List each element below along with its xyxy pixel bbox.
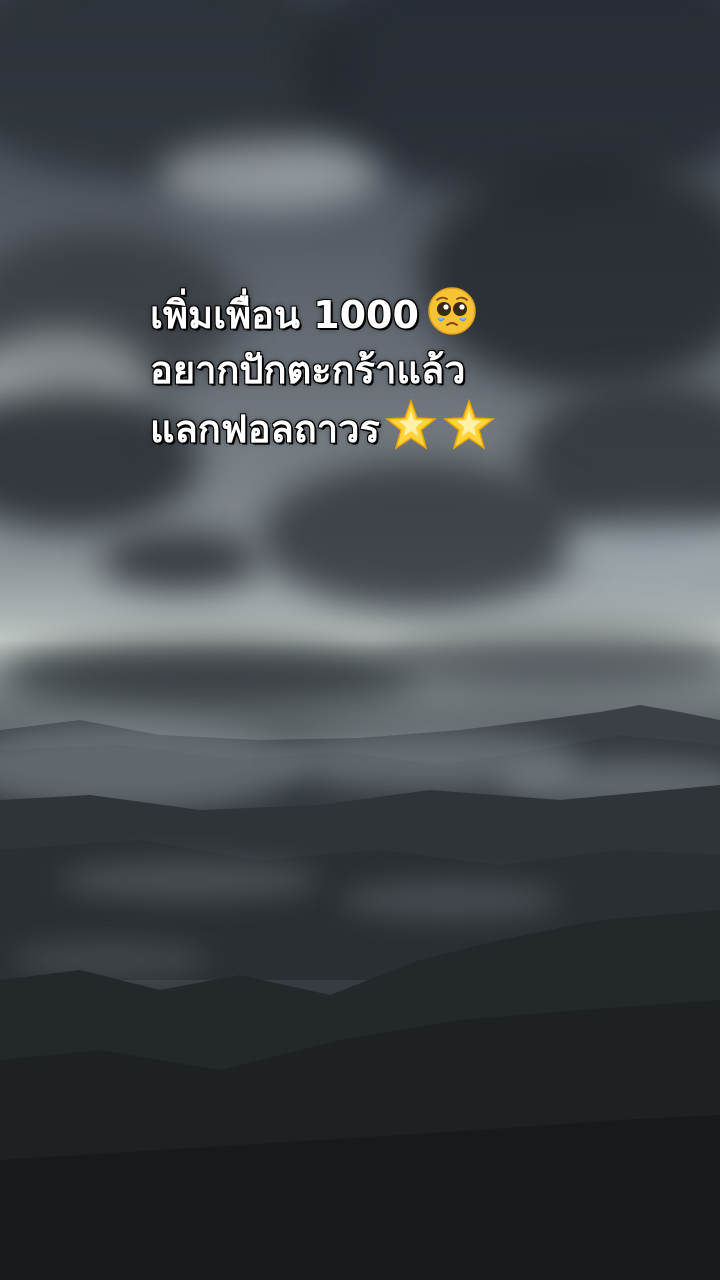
cloud bbox=[260, 460, 580, 610]
photo-background: เพิ่มเพื่อน 1000 อยากปักตะกร้าแล้ว แลกฟอ… bbox=[0, 0, 720, 1280]
cloud bbox=[160, 140, 380, 210]
caption-overlay: เพิ่มเพื่อน 1000 อยากปักตะกร้าแล้ว แลกฟอ… bbox=[150, 286, 580, 457]
mist bbox=[60, 860, 320, 900]
caption-text-3: แลกฟอลถาวร bbox=[150, 407, 380, 451]
glowing-star-icon bbox=[442, 398, 495, 450]
glowing-star-icon bbox=[384, 398, 437, 450]
caption-line-3: แลกฟอลถาวร bbox=[150, 398, 580, 457]
cloud bbox=[380, 630, 720, 690]
caption-line-2: อยากปักตะกร้าแล้ว bbox=[150, 348, 466, 392]
cloud bbox=[100, 530, 260, 590]
caption-line-1: เพิ่มเพื่อน 1000 bbox=[150, 286, 580, 343]
caption-text-1: เพิ่มเพื่อน 1000 bbox=[150, 293, 419, 337]
forest-foreground bbox=[0, 910, 720, 1280]
pleading-face-icon bbox=[428, 287, 476, 335]
